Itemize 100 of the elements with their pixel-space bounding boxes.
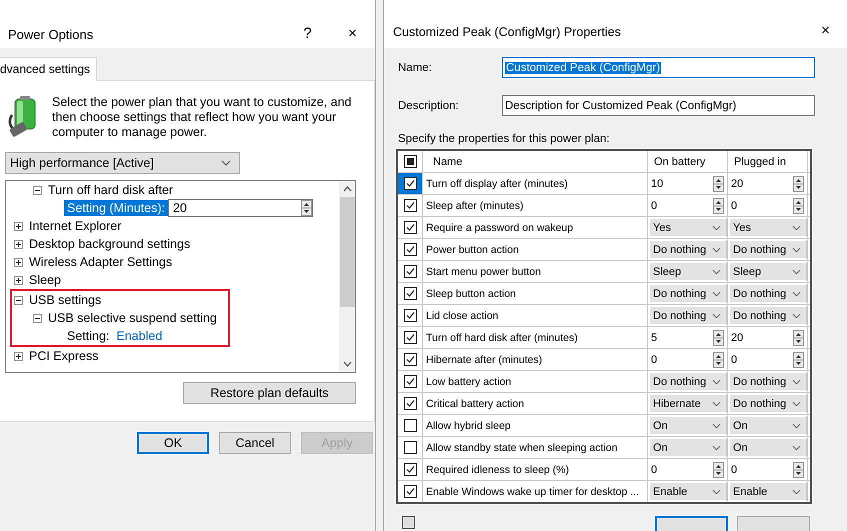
tree-item[interactable]: Internet Explorer [29,219,122,233]
expand-icon[interactable] [14,352,23,360]
tree-item[interactable]: PCI Express [29,349,98,363]
close-button[interactable]: × [803,22,847,39]
checkbox[interactable] [404,463,416,476]
close-button[interactable]: × [330,25,375,42]
expand-icon[interactable] [14,240,23,248]
table-cell: Turn off hard disk after (minutes) [423,327,648,348]
spinner-icon[interactable] [713,176,724,192]
spin-field[interactable]: 0 [648,349,728,370]
dialog-button[interactable]: Cancel [219,432,291,454]
minutes-input[interactable]: 20 [168,199,313,217]
chevron-icon [712,422,721,428]
spin-field[interactable]: 0 [648,459,728,480]
checkbox[interactable] [404,177,416,190]
checkbox[interactable] [404,309,416,322]
tree-item[interactable]: Wireless Adapter Settings [29,255,172,269]
dropdown-field[interactable]: Do nothing [728,283,808,304]
collapse-icon[interactable] [14,296,23,304]
dropdown-field[interactable]: Enable [648,481,728,502]
spinner-icon[interactable] [713,330,724,346]
dropdown-field[interactable]: Do nothing [728,371,808,392]
table-cell: Hibernate after (minutes) [423,349,648,370]
chevron-icon [712,444,721,450]
dropdown-field[interactable]: Do nothing [728,393,808,414]
checkbox[interactable] [404,265,416,278]
chevron-icon [792,312,801,318]
checkbox[interactable] [404,441,416,454]
plan-dropdown[interactable]: High performance [Active] [5,152,240,174]
dropdown-field[interactable]: On [728,437,808,458]
dropdown-field[interactable]: Do nothing [648,239,728,260]
dropdown-field[interactable]: On [648,415,728,436]
dropdown-field[interactable]: On [648,437,728,458]
spin-field[interactable]: 20 [728,173,808,194]
spinner-icon[interactable] [713,352,724,368]
dropdown-field[interactable]: Do nothing [728,305,808,326]
description-field[interactable]: Description for Customized Peak (ConfigMgr) [502,95,815,116]
tree-item[interactable]: USB selective suspend setting [48,311,217,325]
checkbox[interactable] [404,353,416,366]
chevron-icon [221,160,231,166]
dropdown-field[interactable]: Yes [728,217,808,238]
collapse-icon[interactable] [33,314,42,322]
dropdown-field[interactable]: Do nothing [648,283,728,304]
checkbox[interactable] [404,375,416,388]
spinner-icon[interactable] [713,462,724,478]
collapse-icon[interactable] [33,186,42,194]
scroll-up-icon[interactable] [342,186,352,192]
tree-item[interactable]: Desktop background settings [29,237,190,251]
spin-field[interactable]: 5 [648,327,728,348]
dropdown-field[interactable]: Do nothing [648,305,728,326]
scroll-down-icon[interactable] [342,361,352,367]
spin-field[interactable]: 10 [648,173,728,194]
spin-field[interactable]: 0 [648,195,728,216]
spin-field[interactable]: 0 [728,349,808,370]
spinner-icon[interactable] [713,198,724,214]
table-cell: Turn off display after (minutes) [423,173,648,194]
checkbox[interactable] [404,485,416,498]
spinner-icon[interactable] [300,200,312,216]
spin-field[interactable]: 0 [728,195,808,216]
tab[interactable]: dvanced settings [0,57,98,81]
chevron-icon [712,246,721,252]
spinner-icon[interactable] [793,352,804,368]
tree-item[interactable]: Turn off hard disk after [48,183,174,197]
expand-icon[interactable] [14,258,23,266]
expand-icon[interactable] [14,276,23,284]
checkbox[interactable] [402,516,415,529]
expand-icon[interactable] [14,222,23,230]
spinner-icon[interactable] [793,198,804,214]
column-header: Name [423,151,648,172]
dropdown-field[interactable]: Do nothing [728,239,808,260]
spinner-icon[interactable] [793,176,804,192]
help-button[interactable]: ? [285,25,330,42]
checkbox[interactable] [404,397,416,410]
checkbox[interactable] [404,243,416,256]
spinner-icon[interactable] [793,462,804,478]
tree-item[interactable]: Sleep [29,273,61,287]
description-text: Select the power plan that you want to customize, and then choose settings that reflect how you want your computer to manage power. [52,95,352,140]
checkbox[interactable] [404,419,416,432]
dropdown-field[interactable]: Hibernate [648,393,728,414]
spin-field[interactable]: 0 [728,459,808,480]
dialog-button[interactable]: OK [137,432,209,454]
dropdown-field[interactable]: Sleep [648,261,728,282]
checkbox[interactable] [404,287,416,300]
chevron-icon [712,224,721,230]
setting-link[interactable]: Enabled [116,329,162,343]
tree-item[interactable]: USB settings [29,293,102,307]
checkbox[interactable] [404,221,416,234]
checkbox[interactable] [404,155,416,168]
dropdown-field[interactable]: Do nothing [648,371,728,392]
name-field[interactable]: Customized Peak (ConfigMgr) [502,57,815,78]
spin-field[interactable]: 20 [728,327,808,348]
dropdown-field[interactable]: Enable [728,481,808,502]
dropdown-field[interactable]: On [728,415,808,436]
dropdown-field[interactable]: Sleep [728,261,808,282]
dropdown-field[interactable]: Yes [648,217,728,238]
spinner-icon[interactable] [793,330,804,346]
checkbox[interactable] [404,199,416,212]
checkbox[interactable] [404,331,416,344]
scrollbar[interactable] [339,181,355,372]
restore-defaults-button[interactable]: Restore plan defaults [183,382,356,404]
